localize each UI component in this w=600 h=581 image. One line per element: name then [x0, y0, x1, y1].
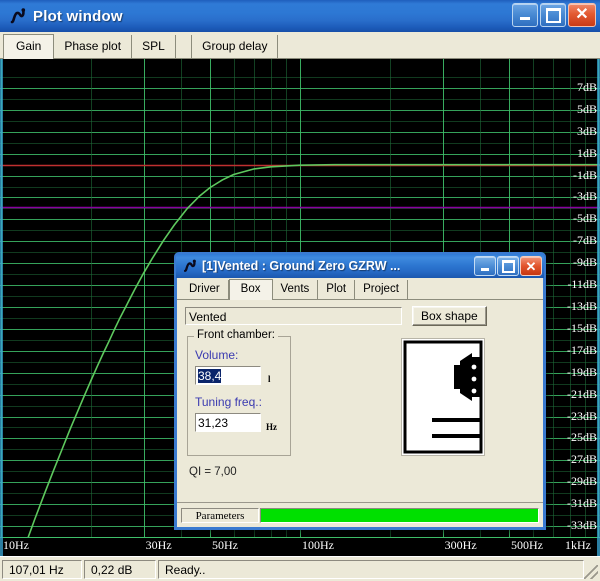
minimize-button[interactable] — [512, 3, 538, 27]
tuning-freq-input[interactable]: 31,23 — [195, 413, 261, 432]
y-tick-label: 7dB — [576, 79, 597, 94]
dialog-minimize-button[interactable] — [474, 256, 496, 276]
y-tick-label: -13dB — [567, 299, 597, 313]
volume-value: 38,4 — [198, 369, 222, 383]
maximize-icon — [545, 7, 561, 23]
plot-window-app: Plot window ✕ Gain Phase plot SPL Group … — [0, 0, 600, 581]
y-tick-label: -19dB — [567, 364, 597, 379]
resize-grip-icon[interactable] — [584, 565, 598, 579]
main-tabstrip: Gain Phase plot SPL Group delay — [0, 32, 600, 59]
volume-label: Volume: — [195, 348, 239, 362]
x-tick-label: 50Hz — [211, 538, 238, 552]
y-tick-label: -9dB — [573, 255, 597, 270]
qi-value-text: QI = 7,00 — [189, 466, 237, 478]
y-tick-label: -33dB — [567, 518, 597, 533]
status-gain: 0,22 dB — [84, 559, 156, 579]
y-axis-labels: 7dB 5dB 3dB 1dB -1dB -3dB -5dB -7dB -9dB -11dB -13… — [554, 59, 600, 537]
dialog-window-controls: ✕ — [474, 256, 542, 276]
dialog-tab-box[interactable]: Box — [228, 279, 273, 300]
dialog-tab-vents[interactable]: Vents — [273, 280, 319, 299]
main-window-controls: ✕ — [512, 3, 596, 27]
y-tick-label: -17dB — [567, 342, 597, 357]
x-tick-label: 500Hz — [510, 538, 543, 552]
dialog-tab-driver[interactable]: Driver — [181, 280, 229, 299]
front-chamber-legend: Front chamber: — [194, 329, 278, 341]
y-tick-label: -25dB — [567, 430, 597, 445]
tab-gap — [175, 35, 193, 58]
y-tick-label: -27dB — [567, 452, 597, 467]
close-icon: ✕ — [575, 5, 589, 23]
y-tick-label: -3dB — [573, 189, 597, 204]
app-curve-icon — [7, 5, 29, 27]
y-tick-label: -15dB — [567, 320, 597, 335]
status-message: Ready.. — [158, 559, 584, 579]
box-shape-preview[interactable] — [401, 338, 485, 456]
dialog-tabstrip: Driver Box Vents Plot Project — [177, 278, 543, 300]
dialog-app-curve-icon — [181, 257, 199, 275]
parameters-progress-bar — [260, 507, 539, 523]
dialog-maximize-icon — [501, 259, 515, 273]
dialog-tab-plot[interactable]: Plot — [318, 280, 356, 299]
close-button[interactable]: ✕ — [568, 3, 596, 27]
tuning-freq-label: Tuning freq.: — [195, 395, 262, 409]
dialog-title: [1]Vented : Ground Zero GZRW ... — [202, 259, 401, 273]
parameters-status-cell: Parameters — [181, 507, 259, 523]
main-statusbar: 107,01 Hz 0,22 dB Ready.. — [0, 556, 600, 581]
x-tick-label: 100Hz — [302, 538, 334, 552]
dialog-close-button[interactable]: ✕ — [520, 256, 542, 276]
tuning-freq-unit: Hz — [266, 422, 277, 432]
box-shape-drawing — [403, 340, 483, 454]
x-tick-label: 10Hz — [3, 538, 29, 552]
y-tick-label: -1dB — [573, 167, 597, 182]
y-tick-label: -21dB — [567, 386, 597, 401]
x-tick-label: 30Hz — [145, 538, 172, 552]
front-chamber-group: Front chamber: Volume: 38,4 l Tuning fre… — [187, 329, 291, 456]
y-tick-label: -23dB — [567, 408, 597, 423]
box-shape-button[interactable]: Box shape — [412, 306, 487, 326]
dialog-minimize-icon — [481, 267, 489, 271]
y-tick-label: -11dB — [567, 277, 597, 292]
y-tick-label: -7dB — [573, 233, 597, 248]
vented-box-dialog[interactable]: [1]Vented : Ground Zero GZRW ... ✕ Drive… — [174, 252, 546, 530]
y-tick-label: -5dB — [573, 211, 597, 226]
y-tick-label: -29dB — [567, 474, 597, 489]
dialog-maximize-button[interactable] — [497, 256, 519, 276]
y-tick-label: 5dB — [576, 101, 597, 116]
x-tick-label: 300Hz — [444, 538, 477, 552]
tab-spl[interactable]: SPL — [132, 35, 176, 58]
main-window-titlebar[interactable]: Plot window ✕ — [0, 0, 600, 32]
volume-input[interactable]: 38,4 — [195, 366, 261, 385]
y-tick-label: 3dB — [576, 123, 597, 138]
x-tick-label: 1kHz — [565, 538, 591, 552]
minimize-icon — [520, 17, 530, 20]
status-frequency: 107,01 Hz — [2, 559, 82, 579]
tab-group-delay[interactable]: Group delay — [192, 35, 279, 58]
dialog-titlebar[interactable]: [1]Vented : Ground Zero GZRW ... ✕ — [176, 254, 544, 278]
maximize-button[interactable] — [540, 3, 566, 27]
box-name-input[interactable]: Vented — [185, 307, 402, 325]
y-tick-label: -31dB — [567, 496, 597, 511]
dialog-close-icon: ✕ — [525, 258, 537, 274]
dialog-body: Vented Box shape Front chamber: Volume: … — [177, 300, 543, 478]
main-window-title: Plot window — [33, 7, 123, 25]
tab-phase-plot[interactable]: Phase plot — [54, 35, 133, 58]
tab-gain[interactable]: Gain — [3, 34, 55, 59]
y-tick-label: 1dB — [576, 145, 597, 160]
dialog-tab-project[interactable]: Project — [355, 280, 408, 299]
volume-unit: l — [268, 374, 271, 384]
dialog-footer: Parameters — [177, 502, 543, 527]
